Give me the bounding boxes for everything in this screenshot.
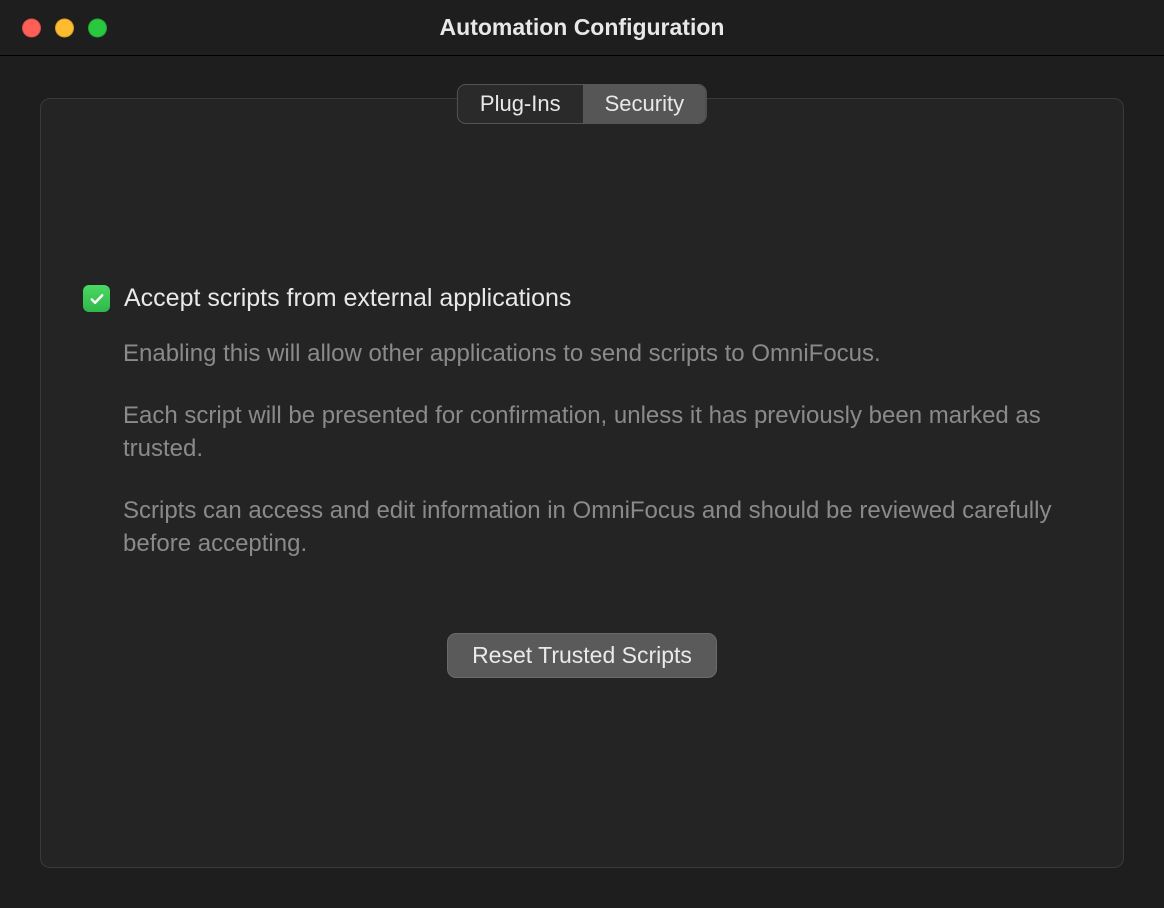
tab-bar: Plug-Ins Security — [457, 84, 707, 124]
description-paragraph-3: Scripts can access and edit information … — [123, 494, 1081, 561]
close-window-button[interactable] — [22, 18, 41, 37]
tab-security[interactable]: Security — [583, 85, 706, 123]
button-row: Reset Trusted Scripts — [83, 633, 1081, 678]
accept-scripts-checkbox[interactable] — [83, 285, 110, 312]
checkmark-icon — [88, 290, 106, 308]
description-paragraph-2: Each script will be presented for confir… — [123, 399, 1081, 466]
security-panel: Accept scripts from external application… — [40, 98, 1124, 868]
content-area: Plug-Ins Security Accept scripts from ex… — [0, 56, 1164, 908]
accept-scripts-row: Accept scripts from external application… — [83, 284, 1081, 313]
accept-scripts-label: Accept scripts from external application… — [124, 284, 571, 313]
minimize-window-button[interactable] — [55, 18, 74, 37]
reset-trusted-scripts-button[interactable]: Reset Trusted Scripts — [447, 633, 717, 678]
window-title: Automation Configuration — [0, 14, 1164, 41]
description-paragraph-1: Enabling this will allow other applicati… — [123, 337, 1081, 371]
traffic-lights — [22, 18, 107, 37]
tab-plugins[interactable]: Plug-Ins — [458, 85, 583, 123]
zoom-window-button[interactable] — [88, 18, 107, 37]
titlebar: Automation Configuration — [0, 0, 1164, 56]
